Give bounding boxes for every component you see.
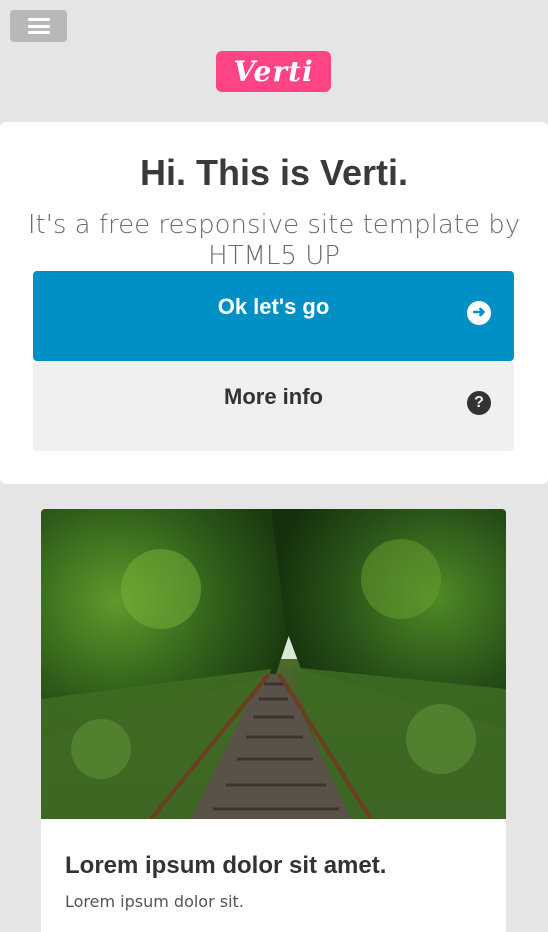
more-info-button[interactable]: More info ?: [33, 361, 514, 451]
top-bar: Verti: [0, 0, 548, 122]
railroad-tracks-forest-photo[interactable]: [41, 509, 506, 819]
feature-card: Lorem ipsum dolor sit amet. Lorem ipsum …: [41, 509, 506, 932]
card-text: Lorem ipsum dolor sit.: [65, 892, 244, 911]
arrow-right-circle-icon: ➜: [467, 301, 491, 325]
site-logo[interactable]: Verti: [216, 51, 331, 92]
hero-title: Hi. This is Verti.: [139, 152, 409, 193]
hero-subtitle: It's a free responsive site template by …: [27, 210, 521, 271]
question-circle-icon: ?: [467, 391, 491, 415]
menu-toggle-button[interactable]: [10, 10, 67, 42]
hamburger-menu-icon: [27, 18, 50, 34]
hero-section: Hi. This is Verti. It's a free responsiv…: [0, 122, 548, 484]
ok-lets-go-label: Ok let's go: [217, 294, 330, 319]
more-info-label: More info: [224, 384, 323, 409]
card-title: Lorem ipsum dolor sit amet.: [65, 852, 387, 879]
ok-lets-go-button[interactable]: Ok let's go ➜: [33, 271, 514, 361]
logo-text: Verti: [233, 55, 314, 88]
